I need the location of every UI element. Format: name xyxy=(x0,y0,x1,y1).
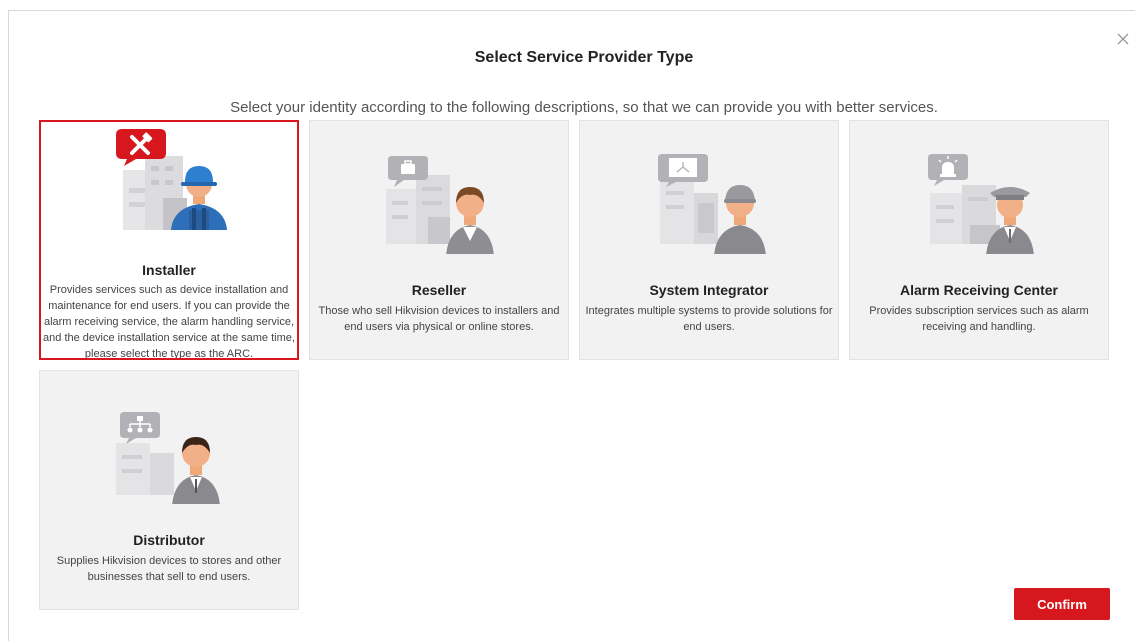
tools-icon xyxy=(116,129,166,166)
card-alarm-receiving-center[interactable]: Alarm Receiving Center Provides subscrip… xyxy=(849,120,1109,360)
card-reseller-description: Those who sell Hikvision devices to inst… xyxy=(318,305,560,333)
card-system-integrator[interactable]: System Integrator Integrates multiple sy… xyxy=(579,120,839,360)
close-icon[interactable] xyxy=(1115,31,1131,47)
network-icon xyxy=(658,154,708,187)
system-integrator-illustration xyxy=(660,179,766,254)
reseller-illustration xyxy=(386,175,494,254)
card-distributor[interactable]: Distributor Supplies Hikvision devices t… xyxy=(39,370,299,610)
card-system-integrator-name: System Integrator xyxy=(649,282,769,298)
confirm-button[interactable]: Confirm xyxy=(1014,588,1110,620)
card-distributor-description: Supplies Hikvision devices to stores and… xyxy=(56,555,282,583)
alarm-receiving-center-illustration xyxy=(930,185,1034,254)
card-installer[interactable]: Installer Provides services such as devi… xyxy=(39,120,299,360)
card-reseller[interactable]: Reseller Those who sell Hikvision device… xyxy=(309,120,569,360)
card-alarm-receiving-center-description: Provides subscription services such as a… xyxy=(869,305,1089,333)
hierarchy-icon xyxy=(120,412,160,444)
alarm-light-icon xyxy=(928,154,968,186)
dialog-title: Select Service Provider Type xyxy=(474,49,694,66)
card-system-integrator-description: Integrates multiple systems to provide s… xyxy=(585,305,833,333)
card-distributor-name: Distributor xyxy=(133,532,205,548)
card-reseller-name: Reseller xyxy=(411,282,467,298)
card-installer-name: Installer xyxy=(142,262,196,278)
briefcase-icon xyxy=(388,156,428,187)
card-alarm-receiving-center-name: Alarm Receiving Center xyxy=(900,282,1058,298)
dialog-subtitle: Select your identity according to the fo… xyxy=(230,99,938,116)
card-installer-description: Provides services such as device install… xyxy=(43,284,295,360)
